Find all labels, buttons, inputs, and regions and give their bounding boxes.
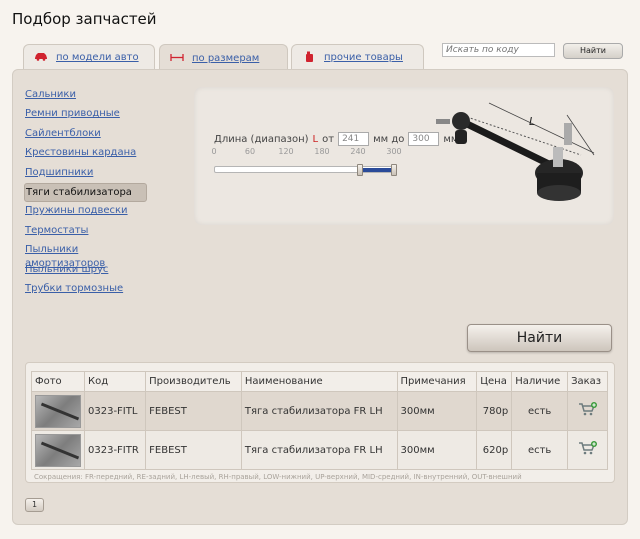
diagram-length-label: L bbox=[529, 115, 535, 128]
product-photo[interactable] bbox=[35, 394, 81, 428]
col-price: Цена bbox=[476, 371, 513, 392]
code-search-input[interactable] bbox=[442, 43, 555, 57]
category-item[interactable]: Термостаты bbox=[24, 222, 147, 241]
col-name: Наименование bbox=[240, 371, 398, 392]
find-button[interactable]: Найти bbox=[467, 324, 612, 352]
tab-by-size[interactable]: по размерам bbox=[159, 44, 288, 72]
stabilizer-link-diagram: L bbox=[436, 102, 595, 201]
category-item[interactable]: Пружины подвески bbox=[24, 202, 147, 221]
category-item[interactable]: Ремни приводные bbox=[24, 105, 147, 124]
length-range-row: Длина (диапазон) L от мм до мм bbox=[214, 132, 458, 146]
table-row: 0323-FITL FEBEST Тяга стабилизатора FR L… bbox=[31, 391, 608, 431]
length-range-slider[interactable] bbox=[214, 164, 397, 176]
table-row: 0323-FITR FEBEST Тяга стабилизатора FR L… bbox=[31, 430, 608, 470]
category-item[interactable]: Сайлентблоки bbox=[24, 125, 147, 144]
category-item[interactable]: Подшипники bbox=[24, 164, 147, 183]
tab-label: по модели авто bbox=[56, 52, 139, 63]
cell-order bbox=[567, 430, 608, 470]
tab-by-car-model[interactable]: по модели авто bbox=[23, 44, 155, 70]
cell-photo bbox=[31, 430, 85, 470]
length-label: Длина (диапазон) bbox=[214, 133, 309, 145]
tab-label: прочие товары bbox=[324, 52, 403, 63]
slider-tick-label: 0 bbox=[211, 147, 217, 156]
slider-handle-min[interactable] bbox=[356, 164, 363, 176]
table-header-row: Фото Код Производитель Наименование Прим… bbox=[31, 371, 608, 392]
tab-other-goods[interactable]: прочие товары bbox=[291, 44, 424, 70]
col-photo: Фото bbox=[31, 371, 85, 392]
length-from-input[interactable] bbox=[338, 132, 370, 146]
add-to-cart-icon[interactable] bbox=[578, 402, 598, 420]
length-param: L bbox=[312, 133, 319, 145]
category-item-selected[interactable]: Тяги стабилизатора bbox=[24, 182, 147, 203]
from-label: от bbox=[322, 133, 335, 145]
product-photo[interactable] bbox=[35, 433, 81, 467]
cell-photo bbox=[31, 391, 85, 431]
cell-note: 300мм bbox=[396, 430, 478, 470]
cell-note: 300мм bbox=[396, 391, 478, 431]
code-search-button[interactable]: Найти bbox=[563, 43, 623, 59]
canister-icon bbox=[302, 51, 316, 65]
slider-tick-label: 60 bbox=[244, 147, 256, 156]
slider-range-fill bbox=[359, 168, 392, 172]
cell-price: 780р bbox=[476, 391, 513, 431]
results-table: Фото Код Производитель Наименование Прим… bbox=[31, 371, 608, 470]
page-title: Подбор запчастей bbox=[12, 10, 157, 28]
cell-order bbox=[567, 391, 608, 431]
category-item[interactable]: Трубки тормозные bbox=[24, 280, 147, 299]
col-code: Код bbox=[83, 371, 147, 392]
cell-maker: FEBEST bbox=[145, 430, 242, 470]
slider-ticks: 0 60 120 180 240 300 bbox=[211, 147, 404, 159]
slider-tick-label: 300 bbox=[386, 147, 402, 156]
slider-tick-label: 240 bbox=[350, 147, 366, 156]
cell-name: Тяга стабилизатора FR LH bbox=[240, 430, 398, 470]
cell-code: 0323-FITL bbox=[83, 391, 147, 431]
page-button[interactable]: 1 bbox=[25, 498, 44, 512]
cell-code: 0323-FITR bbox=[83, 430, 147, 470]
results-panel: Фото Код Производитель Наименование Прим… bbox=[25, 362, 615, 483]
dimension-icon bbox=[170, 53, 184, 65]
col-order: Заказ bbox=[567, 371, 608, 392]
abbreviations-note: Сокращения: FR-передний, RE-задний, LH-л… bbox=[34, 473, 522, 481]
tab-label: по размерам bbox=[192, 53, 260, 64]
category-item[interactable]: Пыльники амортизаторов bbox=[24, 241, 147, 269]
col-note: Примечания bbox=[396, 371, 478, 392]
cell-stock: есть bbox=[511, 391, 569, 431]
add-to-cart-icon[interactable] bbox=[578, 441, 598, 459]
size-filter-panel: Длина (диапазон) L от мм до мм 0 60 120 180… bbox=[194, 87, 614, 225]
slider-tick-label: 180 bbox=[314, 147, 330, 156]
col-maker: Производитель bbox=[145, 371, 242, 392]
cell-stock: есть bbox=[511, 430, 569, 470]
car-icon bbox=[34, 52, 48, 64]
slider-handle-max[interactable] bbox=[391, 164, 397, 176]
category-item[interactable]: Крестовины кардана bbox=[24, 144, 147, 163]
cell-price: 620р bbox=[476, 430, 513, 470]
cell-name: Тяга стабилизатора FR LH bbox=[240, 391, 398, 431]
category-list: Сальники Ремни приводные Сайлентблоки Кр… bbox=[24, 86, 147, 299]
category-item[interactable]: Сальники bbox=[24, 86, 147, 105]
cell-maker: FEBEST bbox=[145, 391, 242, 431]
slider-tick-label: 120 bbox=[278, 147, 294, 156]
category-item[interactable]: Пыльники шрус bbox=[24, 261, 147, 280]
to-label: мм до bbox=[373, 133, 405, 145]
col-stock: Наличие bbox=[511, 371, 569, 392]
